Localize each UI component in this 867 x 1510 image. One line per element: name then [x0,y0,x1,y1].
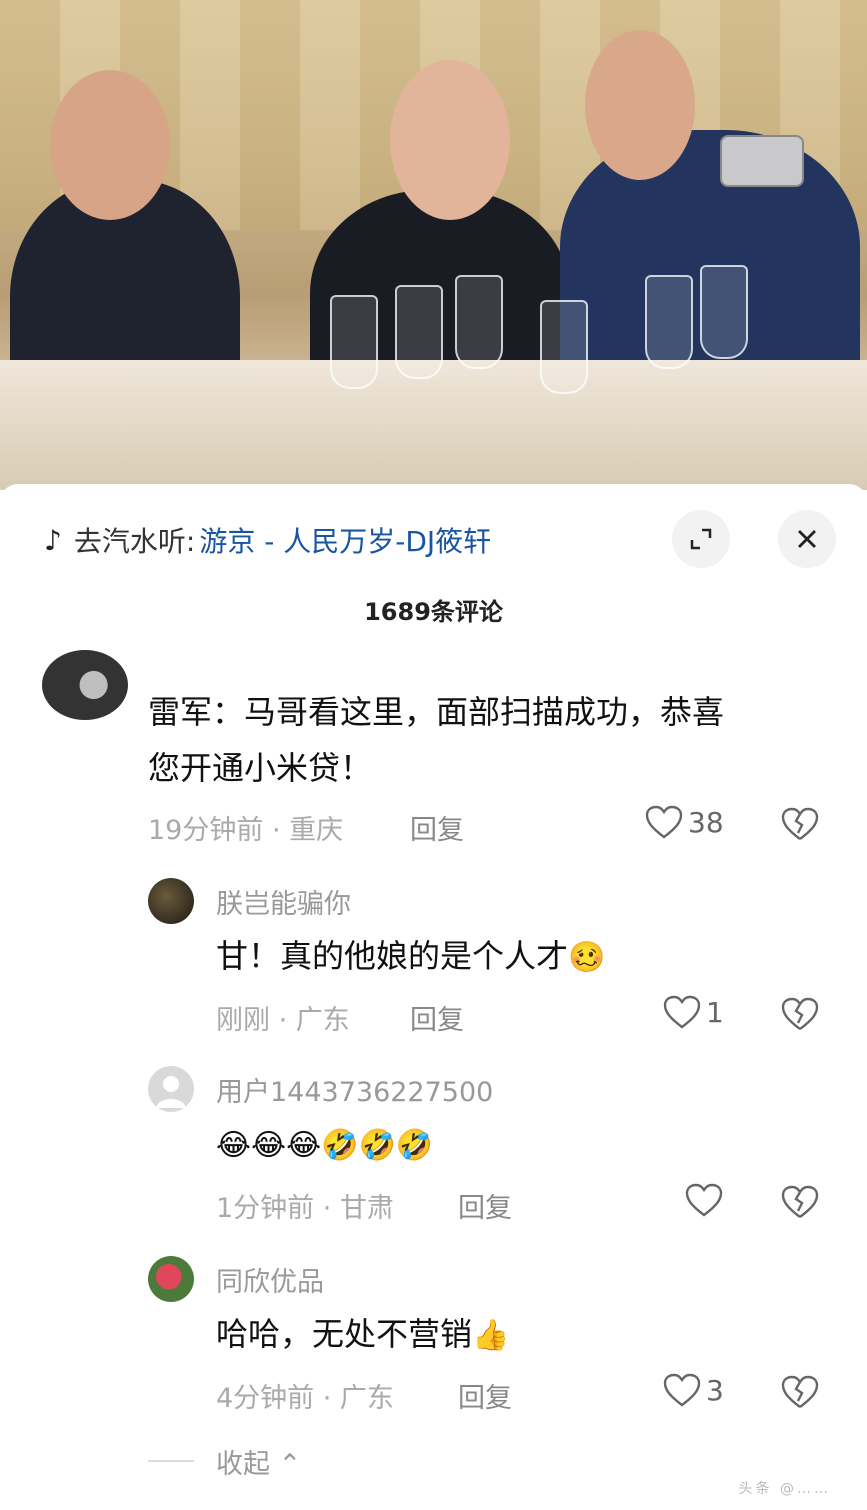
emoji: 🥴 [568,940,606,975]
heart-icon [645,805,683,839]
music-prefix: 去汽水听: [73,525,196,558]
dining-table [0,360,867,490]
watermark: 头条 @…… [738,1481,831,1497]
comment-text-content: 哈哈，无处不营销 [216,1315,473,1353]
comment-text: 您开通小米贷！ [148,749,373,787]
chevron-up-icon: ⌃ [278,1449,302,1480]
like-count: 3 [706,1373,724,1407]
comment-text: 😂😂😂🤣🤣🤣 [216,1116,433,1174]
music-note-icon: ♪ [44,523,62,557]
reply-button[interactable]: 回复 [410,998,464,1037]
like-button[interactable]: 38 [644,804,724,840]
like-count: 1 [706,995,724,1029]
wine-glass [700,265,748,359]
like-button[interactable]: 1 [662,994,724,1030]
collapse-button[interactable]: 收起 ⌃ [216,1442,301,1481]
music-bar[interactable]: ♪ 去汽水听: 游京 - 人民万岁-DJ筱轩 [44,520,491,560]
expand-button[interactable] [672,510,730,568]
comment-text: 甘！真的他娘的是个人才🥴 [216,928,605,986]
comment-meta: 1分钟前 · 甘肃 [216,1193,394,1224]
comment-text-content: 甘！真的他娘的是个人才 [216,937,569,975]
reply-button[interactable]: 回复 [410,808,464,847]
reply-button[interactable]: 回复 [458,1186,512,1225]
close-icon [798,530,816,548]
song-title[interactable]: 游京 - 人民万岁-DJ筱轩 [199,520,491,560]
collapse-divider [148,1460,194,1462]
broken-heart-icon[interactable] [780,996,820,1032]
like-count: 38 [688,805,724,839]
like-button[interactable] [684,1182,728,1218]
person-left-head [50,70,170,220]
avatar[interactable] [148,1066,194,1112]
default-user-icon [156,1076,186,1108]
avatar[interactable] [42,650,128,720]
comment-text: 哈哈，无处不营销👍 [216,1306,509,1364]
phone [720,135,804,187]
video-frame[interactable] [0,0,867,490]
wine-glass [455,275,503,369]
wine-glass [395,285,443,379]
person-center-head [390,60,510,220]
emoji: 😂😂😂🤣🤣🤣 [216,1128,434,1163]
reply-button[interactable]: 回复 [458,1376,512,1415]
avatar[interactable] [148,878,194,924]
comment-count: 1689条评论 [364,598,503,626]
comment-meta: 19分钟前 · 重庆 [148,815,344,846]
heart-icon [663,995,701,1029]
emoji: 👍 [472,1318,510,1353]
heart-icon [685,1183,723,1217]
heart-icon [663,1373,701,1407]
user-name[interactable]: 同欣优品 [216,1260,324,1299]
comment-meta: 4分钟前 · 广东 [216,1383,394,1414]
collapse-label: 收起 [216,1449,270,1480]
wine-glass [540,300,588,394]
avatar[interactable] [148,1256,194,1302]
wine-glass [330,295,378,389]
like-button[interactable]: 3 [662,1372,724,1408]
broken-heart-icon[interactable] [780,1184,820,1220]
broken-heart-icon[interactable] [780,806,820,842]
user-name[interactable]: 朕岂能骗你 [216,882,351,921]
user-name[interactable]: 用户1443736227500 [216,1070,493,1109]
comment-meta: 刚刚 · 广东 [216,1005,350,1036]
comment-text: 雷军：马哥看这里，面部扫描成功，恭喜 [148,693,725,731]
wine-glass [645,275,693,369]
close-button[interactable] [778,510,836,568]
expand-icon [690,528,712,550]
broken-heart-icon[interactable] [780,1374,820,1410]
person-right-head [585,30,695,180]
